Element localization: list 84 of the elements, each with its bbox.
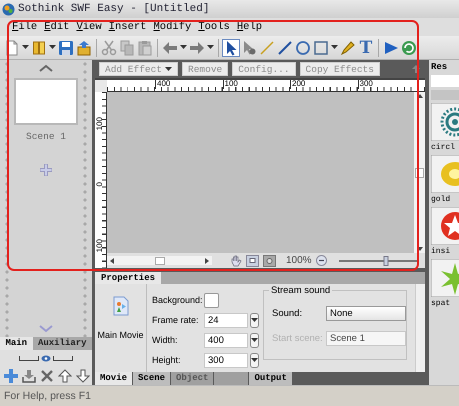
- caret-icon: [251, 318, 258, 322]
- line-icon[interactable]: [276, 38, 294, 56]
- resource-label: insi: [431, 247, 452, 256]
- x-icon[interactable]: [40, 368, 54, 382]
- dropdown-button[interactable]: [250, 332, 259, 348]
- visibility-slider[interactable]: [0, 350, 92, 366]
- ruler-label: 200: [290, 80, 358, 89]
- menu-item[interactable]: Help: [236, 21, 262, 33]
- field-label: Width:: [152, 335, 179, 345]
- app-icon: [2, 2, 15, 16]
- scroll-right-icon[interactable]: [205, 258, 209, 264]
- ruler-label: 400: [155, 80, 222, 89]
- fit-icon[interactable]: [246, 254, 259, 266]
- menu-item[interactable]: File: [12, 21, 38, 33]
- field-label: Sound:: [272, 308, 304, 318]
- scroll-left-icon[interactable]: [110, 258, 114, 264]
- text-tool-button[interactable]: T: [357, 38, 375, 56]
- horizontal-scrollbar[interactable]: [107, 256, 212, 265]
- search-field[interactable]: [431, 75, 459, 87]
- hand-icon[interactable]: [230, 254, 242, 266]
- color-swatch[interactable]: [204, 292, 219, 308]
- dropdown[interactable]: None: [326, 306, 406, 320]
- dropdown-button[interactable]: [250, 312, 259, 328]
- resource-label: gold: [431, 195, 452, 204]
- scene-label: Scene 1: [26, 131, 66, 142]
- scroll-up-icon[interactable]: [416, 94, 422, 98]
- scroll-down-icon[interactable]: [416, 247, 422, 251]
- panel-tab[interactable]: Output: [249, 372, 292, 385]
- scroll-thumb[interactable]: [154, 256, 164, 264]
- refresh-icon[interactable]: [400, 38, 418, 56]
- download-tray-icon[interactable]: [22, 368, 36, 382]
- menu-item[interactable]: Modify: [153, 21, 192, 33]
- save-icon[interactable]: [57, 38, 75, 56]
- panel-tab[interactable]: Movie: [95, 372, 132, 385]
- menu-item[interactable]: Tools: [198, 21, 230, 33]
- zoom-out-icon[interactable]: [316, 255, 327, 266]
- rectangle-icon[interactable]: [312, 38, 330, 56]
- slider-thumb[interactable]: [383, 256, 388, 266]
- group-title: Stream sound: [269, 285, 332, 296]
- star-icon[interactable]: [431, 207, 459, 245]
- resource-label: spat: [431, 299, 452, 308]
- dropdown-button[interactable]: [250, 352, 259, 368]
- up-arrow-icon[interactable]: [58, 368, 72, 382]
- book-icon[interactable]: [30, 38, 48, 56]
- plus-icon[interactable]: [4, 368, 18, 382]
- brush-icon[interactable]: [339, 38, 357, 56]
- ruler-label: 100: [95, 238, 105, 254]
- ruler-label: 100: [222, 80, 290, 89]
- field-label: Height:: [152, 355, 182, 365]
- panel-tab[interactable]: Main: [0, 337, 32, 350]
- ruler-label: 0: [95, 181, 105, 188]
- ellipse-icon[interactable]: [294, 38, 312, 56]
- rings-icon[interactable]: [431, 103, 459, 141]
- arrow-pointer-icon[interactable]: [222, 38, 240, 56]
- resource-label: circl: [431, 143, 456, 152]
- eye-icon[interactable]: [41, 354, 51, 362]
- input-field[interactable]: 400: [204, 332, 248, 348]
- panel-title: Res: [431, 62, 448, 72]
- panel-tab[interactable]: Properties: [95, 272, 162, 284]
- down-arrow-icon[interactable]: [76, 368, 90, 382]
- panel-tab[interactable]: Scene: [133, 372, 170, 385]
- caret-icon: [165, 66, 172, 72]
- scene-thumbnail[interactable]: [14, 78, 78, 125]
- menu-item[interactable]: View: [76, 21, 102, 33]
- vertical-scrollbar[interactable]: [415, 284, 425, 372]
- window-title: Sothink SWF Easy - [Untitled]: [18, 3, 210, 15]
- field-label: Background:: [152, 295, 202, 305]
- object-label: Main Movie: [97, 330, 144, 340]
- caret-icon: [251, 358, 258, 362]
- chevron-up-icon[interactable]: [39, 64, 53, 72]
- menu-item[interactable]: Insert: [108, 21, 146, 33]
- input-field[interactable]: 24: [204, 312, 248, 328]
- burst-icon[interactable]: [431, 259, 459, 297]
- panel-tab[interactable]: Auxiliary: [32, 337, 92, 350]
- field-label: Frame rate:: [152, 315, 200, 325]
- camera-icon[interactable]: [263, 254, 276, 266]
- caret-icon: [251, 338, 258, 342]
- movie-document-icon: [112, 296, 128, 316]
- status-text: For Help, press F1: [4, 390, 91, 402]
- menu-item[interactable]: Edit: [44, 21, 70, 33]
- input-field[interactable]: 300: [204, 352, 248, 368]
- zoom-level-text: 100%: [286, 255, 312, 266]
- export-icon[interactable]: [75, 38, 93, 56]
- ruler-label: 100: [95, 116, 105, 132]
